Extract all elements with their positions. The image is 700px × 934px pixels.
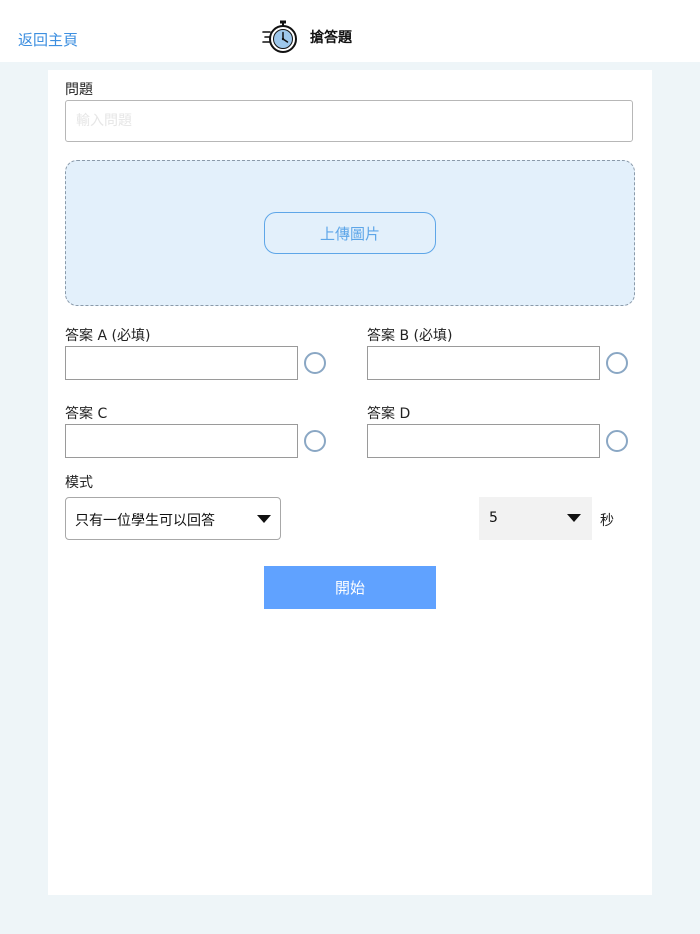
back-to-home-link[interactable]: 返回主頁 — [18, 29, 78, 50]
seconds-dropdown[interactable]: 5 — [479, 497, 592, 540]
chevron-down-icon — [257, 515, 271, 523]
page-title: 搶答題 — [310, 30, 352, 46]
mode-selected-value: 只有一位學生可以回答 — [75, 513, 215, 529]
answer-d-correct-radio[interactable] — [606, 430, 628, 452]
question-input[interactable] — [65, 100, 633, 142]
page-title-group: 搶答題 — [262, 18, 352, 56]
chevron-down-icon — [567, 514, 581, 522]
answer-b-label: 答案 B (必填) — [367, 328, 453, 344]
start-button[interactable]: 開始 — [264, 566, 436, 609]
answer-c-correct-radio[interactable] — [304, 430, 326, 452]
seconds-unit-label: 秒 — [600, 513, 614, 529]
question-label: 問題 — [65, 82, 93, 98]
answer-a-correct-radio[interactable] — [304, 352, 326, 374]
stopwatch-icon — [262, 19, 298, 55]
answer-a-label: 答案 A (必填) — [65, 328, 151, 344]
mode-label: 模式 — [65, 475, 93, 491]
answer-c-label: 答案 C — [65, 406, 108, 422]
answer-c-input[interactable] — [65, 424, 298, 458]
answer-b-input[interactable] — [367, 346, 600, 380]
upload-image-button[interactable]: 上傳圖片 — [264, 212, 436, 254]
mode-dropdown[interactable]: 只有一位學生可以回答 — [65, 497, 281, 540]
answer-b-correct-radio[interactable] — [606, 352, 628, 374]
header-bar: 返回主頁 搶答題 — [0, 0, 700, 62]
answer-a-input[interactable] — [65, 346, 298, 380]
seconds-selected-value: 5 — [489, 510, 498, 526]
image-upload-area[interactable]: 上傳圖片 — [65, 160, 635, 306]
answer-d-input[interactable] — [367, 424, 600, 458]
question-form-card: 問題 上傳圖片 答案 A (必填) 答案 B (必填) 答案 C 答案 D 模式… — [48, 70, 652, 895]
answer-d-label: 答案 D — [367, 406, 411, 422]
